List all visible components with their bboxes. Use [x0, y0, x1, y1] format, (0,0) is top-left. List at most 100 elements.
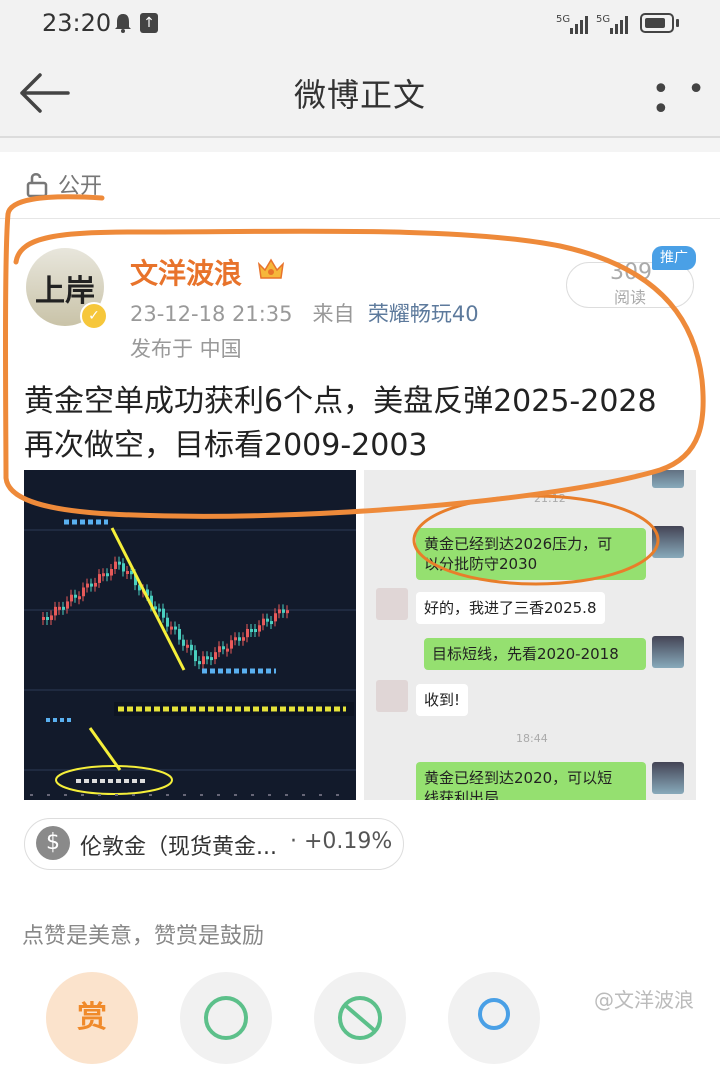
read-label: 阅读	[614, 288, 647, 307]
candle-body	[266, 618, 269, 622]
section-gap	[0, 138, 720, 152]
candle-body	[98, 574, 101, 583]
post-image-chart[interactable]	[24, 470, 356, 800]
chat-time: 18:44	[516, 732, 548, 745]
candle-body	[82, 587, 85, 597]
candle-body	[242, 637, 245, 641]
post-location: 发布于 中国	[130, 337, 242, 361]
signal-bars-icon	[570, 16, 588, 34]
candle-body	[62, 606, 65, 610]
post-text-line: 再次做空，目标看2009-2003	[24, 428, 428, 463]
candle-body	[46, 617, 49, 620]
read-count: 309	[610, 260, 652, 285]
candle-body	[126, 571, 129, 575]
candle-body	[210, 657, 213, 661]
candle-body	[162, 608, 165, 618]
candle-body	[286, 610, 289, 614]
more-dots-icon[interactable]: • • •	[652, 75, 720, 125]
candle-body	[202, 656, 205, 665]
promo-badge: 推广	[652, 246, 696, 270]
post-timestamp: 23-12-18 21:35	[130, 302, 293, 326]
candle-body	[246, 628, 249, 638]
chat-avatar	[376, 588, 408, 620]
chat-avatar	[652, 636, 684, 668]
bell-icon	[115, 14, 131, 33]
candle-body	[90, 583, 93, 587]
device-link[interactable]: 荣耀畅玩40	[368, 302, 479, 326]
chat-avatar	[376, 680, 408, 712]
unlock-icon	[26, 173, 48, 198]
candle-body	[66, 601, 69, 609]
candle-body	[70, 594, 73, 602]
chat-message: 目标短线，先看2020-2018	[424, 638, 646, 670]
candle-body	[278, 609, 281, 614]
smile-glyph	[204, 996, 248, 1040]
candle-body	[222, 646, 225, 650]
candle-body	[106, 573, 109, 577]
candle-body	[74, 594, 77, 598]
post-content: 黄金空单成功获利6个点，美盘反弹2025-2028 再次做空，目标看2009-2…	[24, 380, 704, 468]
watermark: @文洋波浪	[594, 988, 694, 1012]
author-name[interactable]: 文洋波浪	[130, 252, 242, 292]
signal-label-1: 5G	[556, 14, 571, 25]
candle-body	[258, 625, 261, 632]
candle-body	[226, 648, 229, 652]
candle-body	[182, 639, 185, 646]
reward-button-label: 赏	[77, 1000, 107, 1035]
chat-message: 黄金已经到达2020，可以短 线获利出局	[416, 762, 646, 800]
comment-glyph	[478, 998, 510, 1030]
stock-separator: ·	[290, 829, 297, 854]
candle-body	[158, 608, 161, 612]
candle-body	[122, 563, 125, 572]
status-time: 23:20	[42, 9, 112, 37]
candle-body	[110, 569, 113, 576]
source-prefix: 来自	[312, 302, 355, 326]
chat-message: 收到!	[416, 684, 469, 716]
reward-button[interactable]: 赏	[46, 972, 138, 1064]
candle-body	[194, 650, 197, 662]
candle-body	[166, 617, 169, 627]
page-title: 微博正文	[293, 76, 426, 114]
verified-badge-icon: ✓	[80, 302, 108, 330]
candle-body	[270, 621, 273, 625]
upload-icon: ↑	[140, 13, 158, 33]
candle-body	[118, 561, 121, 565]
hand-drawn-circle	[412, 494, 660, 586]
chat-message-line: 线获利出局	[424, 789, 500, 800]
candle-body	[218, 646, 221, 653]
gift-glyph	[338, 996, 382, 1040]
visibility-label: 公开	[58, 174, 103, 199]
chat-message: 好的，我进了三香2025.8	[416, 592, 605, 624]
battery-icon	[640, 13, 674, 33]
candle-body	[230, 640, 233, 649]
candle-body	[50, 615, 53, 620]
candle-body	[178, 628, 181, 640]
candle-body	[94, 582, 97, 587]
candle-body	[262, 618, 265, 626]
candle-body	[102, 573, 105, 577]
candle-body	[206, 656, 209, 660]
candle-body	[86, 583, 89, 588]
candlestick-chart-graphic	[24, 519, 356, 796]
crown-icon[interactable]	[256, 256, 286, 282]
post-text-line: 黄金空单成功获利6个点，美盘反弹2025-2028	[24, 384, 657, 419]
candle-body	[58, 606, 61, 610]
signal-label-2: 5G	[596, 14, 611, 25]
reward-prompt: 点赞是美意，赞赏是鼓励	[22, 924, 265, 949]
candle-body	[114, 561, 117, 570]
candle-body	[170, 626, 173, 630]
post-meta: 23-12-18 21:35 来自 荣耀畅玩40	[130, 298, 479, 328]
candle-body	[234, 637, 237, 641]
gift-icon[interactable]	[314, 972, 406, 1064]
candle-body	[190, 644, 193, 651]
candle-body	[282, 609, 285, 613]
signal-bars-icon	[610, 16, 628, 34]
candle-body	[78, 596, 81, 600]
stock-change: · +0.19%	[290, 829, 392, 854]
candle-body	[254, 629, 257, 633]
candle-body	[186, 644, 189, 648]
smile-icon[interactable]	[180, 972, 272, 1064]
candle-body	[214, 652, 217, 660]
comment-icon[interactable]	[448, 972, 540, 1064]
post-image-chat[interactable]: 21:12 黄金已经到达2026压力，可 以分批防守2030 好的，我进了三香2…	[364, 470, 696, 800]
